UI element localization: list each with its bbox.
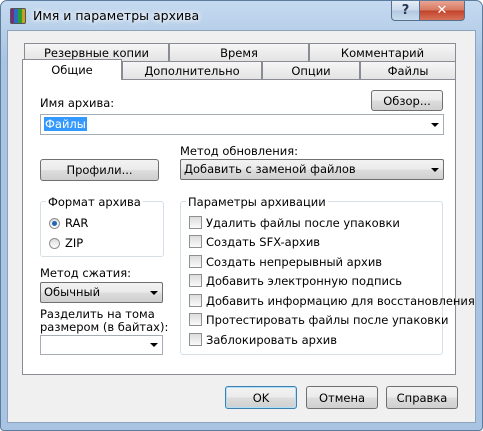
split-label-line1: Разделить на тома (40, 307, 155, 321)
checkbox-sfx[interactable] (189, 235, 202, 248)
radio-zip-label[interactable]: ZIP (65, 236, 83, 250)
checkbox-sfx-label[interactable]: Создать SFX-архив (206, 235, 320, 249)
compression-select[interactable]: Обычный (40, 282, 163, 303)
update-method-value: Добавить с заменой файлов (184, 162, 356, 176)
general-controls: Имя архива: Обзор... Файлы Метод обновле… (0, 0, 483, 431)
update-method-label: Метод обновления: (180, 144, 299, 158)
checkbox-signature-label[interactable]: Добавить электронную подпись (206, 274, 402, 288)
compression-value: Обычный (44, 285, 101, 299)
checkbox-delete-after[interactable] (189, 216, 202, 229)
radio-zip[interactable] (49, 238, 60, 249)
help-button[interactable]: Справка (386, 386, 458, 409)
browse-button[interactable]: Обзор... (371, 90, 443, 111)
checkbox-delete-after-label[interactable]: Удалить файлы после упаковки (206, 216, 400, 230)
checkbox-test-label[interactable]: Протестировать файлы после упаковки (206, 313, 449, 327)
ok-button[interactable]: OK (225, 386, 297, 409)
split-size-combo[interactable] (40, 335, 163, 355)
archive-format-group (40, 201, 164, 257)
archive-options-label: Параметры архивации (186, 195, 328, 209)
profiles-button[interactable]: Профили... (40, 159, 159, 181)
cancel-button[interactable]: Отмена (306, 386, 378, 409)
archive-name-label: Имя архива: (40, 96, 115, 110)
checkbox-solid-label[interactable]: Создать непрерывный архив (206, 255, 382, 269)
checkbox-signature[interactable] (189, 274, 202, 287)
compression-label: Метод сжатия: (40, 266, 132, 280)
radio-rar-label[interactable]: RAR (65, 216, 88, 230)
checkbox-recovery[interactable] (189, 294, 202, 307)
chevron-down-icon (150, 290, 158, 295)
checkbox-lock-label[interactable]: Заблокировать архив (206, 333, 337, 347)
archive-format-label: Формат архива (46, 195, 143, 209)
chevron-down-icon (431, 167, 439, 172)
archive-name-value: Файлы (44, 117, 87, 131)
split-label-line2: размером (в байтах): (40, 320, 169, 334)
radio-rar[interactable] (49, 218, 60, 229)
checkbox-solid[interactable] (189, 255, 202, 268)
checkbox-lock[interactable] (189, 333, 202, 346)
checkbox-recovery-label[interactable]: Добавить информацию для восстановления (206, 294, 475, 308)
chevron-down-icon[interactable] (150, 343, 158, 347)
update-method-select[interactable]: Добавить с заменой файлов (180, 159, 444, 180)
chevron-down-icon[interactable] (431, 122, 439, 127)
checkbox-test[interactable] (189, 313, 202, 326)
archive-name-combo[interactable]: Файлы (40, 114, 444, 135)
